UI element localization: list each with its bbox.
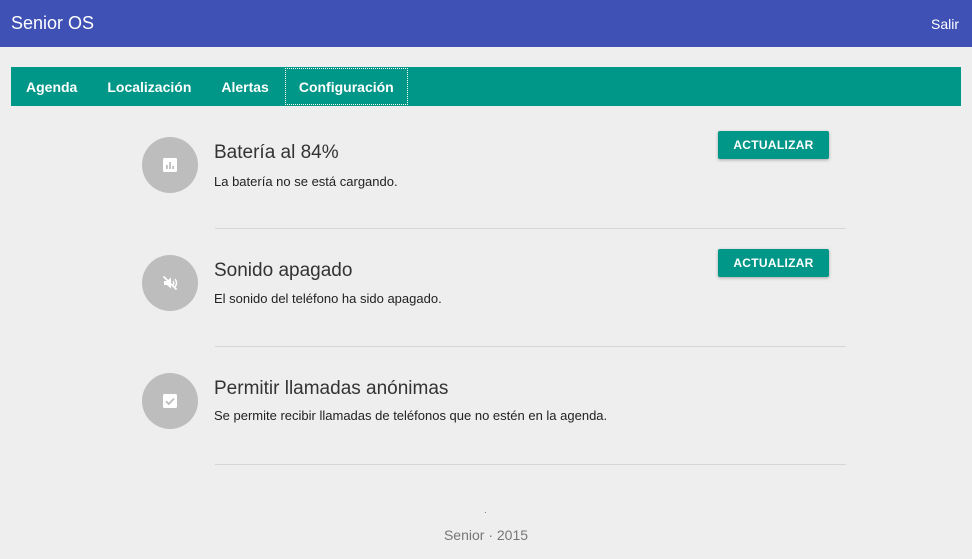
- sound-update-button[interactable]: ACTUALIZAR: [718, 249, 829, 277]
- volume-off-icon: [162, 275, 178, 291]
- logout-link[interactable]: Salir: [931, 16, 959, 32]
- anonymous-calls-title: Permitir llamadas anónimas: [214, 378, 449, 399]
- tab-agenda[interactable]: Agenda: [11, 67, 92, 106]
- battery-title: Batería al 84%: [214, 142, 339, 163]
- sound-setting-avatar: [142, 255, 198, 311]
- anonymous-calls-setting-avatar: [142, 373, 198, 429]
- divider: [215, 464, 846, 465]
- main-tabs: Agenda Localización Alertas Configuració…: [11, 67, 961, 106]
- tab-localizacion[interactable]: Localización: [92, 67, 206, 106]
- anonymous-calls-description: Se permite recibir llamadas de teléfonos…: [214, 408, 608, 423]
- app-header: Senior OS Salir: [0, 0, 972, 47]
- divider: [215, 228, 846, 229]
- tab-alertas[interactable]: Alertas: [206, 67, 283, 106]
- tab-configuracion[interactable]: Configuración: [284, 67, 409, 106]
- sound-title: Sonido apagado: [214, 260, 353, 281]
- divider: [215, 346, 846, 347]
- footer-dot: .: [484, 505, 487, 516]
- footer-text: Senior · 2015: [443, 527, 529, 543]
- battery-setting-avatar: [142, 137, 198, 193]
- sound-description: El sonido del teléfono ha sido apagado.: [214, 291, 442, 306]
- app-title: Senior OS: [11, 13, 95, 33]
- battery-chart-icon: [163, 158, 177, 172]
- checkbox-checked-icon[interactable]: [161, 392, 179, 410]
- battery-description: La batería no se está cargando.: [214, 174, 398, 189]
- battery-update-button[interactable]: ACTUALIZAR: [718, 131, 829, 159]
